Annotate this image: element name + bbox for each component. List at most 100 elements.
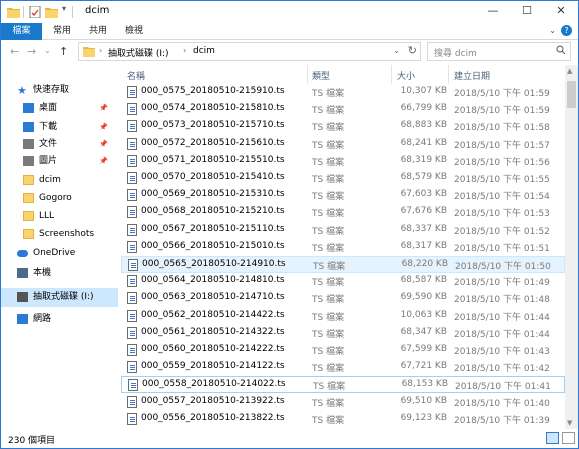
tab-file[interactable]: 檔案 <box>1 23 42 40</box>
search-box[interactable]: 搜尋 dcim <box>427 42 571 61</box>
tab-share[interactable]: 共用 <box>81 23 115 40</box>
file-name: 000_0567_20180510-215110.ts <box>141 223 285 234</box>
column-header-date[interactable]: 建立日期 <box>454 69 490 82</box>
vertical-scrollbar[interactable]: ▲ ▼ <box>565 65 578 429</box>
breadcrumb-dcim[interactable]: dcim <box>193 46 215 56</box>
ts-file-icon <box>127 240 137 253</box>
minimize-button[interactable]: — <box>476 1 510 23</box>
file-row[interactable]: 000_0572_20180510-215610.ts TS 檔案 68,241 K… <box>121 136 565 153</box>
nav-item-11[interactable]: 本機 <box>1 264 118 283</box>
column-header-name[interactable]: 名稱 <box>127 69 145 82</box>
nav-item-8[interactable]: LLL <box>1 207 118 226</box>
drive-icon <box>17 292 28 302</box>
file-created-date: 2018/5/10 下午 01:49 <box>454 278 550 289</box>
file-size: 69,510 KB <box>400 395 447 406</box>
file-row[interactable]: 000_0561_20180510-214322.ts TS 檔案 68,347 K… <box>121 325 565 342</box>
breadcrumb-separator: › <box>99 46 103 55</box>
help-icon[interactable]: ? <box>561 25 572 36</box>
tab-home[interactable]: 常用 <box>45 23 79 40</box>
pictures-icon <box>23 156 34 166</box>
close-button[interactable]: ✕ <box>544 1 578 23</box>
file-type: TS 檔案 <box>312 192 345 203</box>
large-icons-view-button[interactable] <box>562 432 575 444</box>
file-type: TS 檔案 <box>312 415 345 426</box>
file-row[interactable]: 000_0564_20180510-214810.ts TS 檔案 68,587 K… <box>121 273 565 290</box>
search-icon <box>556 45 566 55</box>
file-row[interactable]: 000_0575_20180510-215910.ts TS 檔案 10,307 K… <box>121 84 565 101</box>
ts-file-icon <box>127 137 137 150</box>
back-button[interactable]: ← <box>10 45 19 58</box>
ts-file-icon <box>127 206 137 219</box>
recent-locations-icon[interactable]: ⌄ <box>44 46 51 55</box>
nav-item-6[interactable]: dcim <box>1 171 118 190</box>
file-name: 000_0573_20180510-215710.ts <box>141 120 285 131</box>
refresh-icon[interactable]: ↻ <box>408 44 417 57</box>
ts-file-icon <box>127 309 137 322</box>
file-created-date: 2018/5/10 下午 01:56 <box>454 157 550 168</box>
file-row[interactable]: 000_0574_20180510-215810.ts TS 檔案 66,799 K… <box>121 101 565 118</box>
address-bar[interactable]: › 抽取式磁碟 (I:) › dcim ⌄ ↻ <box>78 42 421 61</box>
file-size: 10,063 KB <box>400 309 447 320</box>
file-row[interactable]: 000_0559_20180510-214122.ts TS 檔案 67,721 K… <box>121 359 565 376</box>
properties-icon[interactable] <box>29 6 41 18</box>
file-size: 67,676 KB <box>400 206 447 217</box>
file-row[interactable]: 000_0571_20180510-215510.ts TS 檔案 68,319 K… <box>121 153 565 170</box>
file-row[interactable]: 000_0570_20180510-215410.ts TS 檔案 68,579 K… <box>121 170 565 187</box>
tab-view[interactable]: 檢視 <box>117 23 151 40</box>
customize-toolbar-icon[interactable]: ▾ <box>62 4 66 16</box>
column-header-type[interactable]: 類型 <box>312 69 330 82</box>
folder-icon <box>23 175 34 185</box>
file-type: TS 檔案 <box>312 243 345 254</box>
nav-item-1[interactable]: ★ 快速存取 <box>1 81 118 100</box>
file-size: 67,721 KB <box>400 361 447 372</box>
file-created-date: 2018/5/10 下午 01:57 <box>454 140 550 151</box>
file-type: TS 檔案 <box>312 106 345 117</box>
maximize-button[interactable]: ☐ <box>510 1 544 23</box>
chevron-down-icon[interactable]: ⌄ <box>549 26 556 35</box>
file-created-date: 2018/5/10 下午 01:51 <box>454 243 550 254</box>
details-view-button[interactable] <box>546 432 559 444</box>
file-row[interactable]: 000_0556_20180510-213822.ts TS 檔案 69,123 K… <box>121 411 565 428</box>
nav-item-5[interactable]: 圖片 📌 <box>1 152 118 171</box>
file-name: 000_0565_20180510-214910.ts <box>142 259 286 269</box>
file-row[interactable]: 000_0573_20180510-215710.ts TS 檔案 68,883 K… <box>121 118 565 135</box>
nav-item-2[interactable]: 桌面 📌 <box>1 99 118 118</box>
file-row[interactable]: 000_0560_20180510-214222.ts TS 檔案 67,599 K… <box>121 342 565 359</box>
file-list: ˄ 名稱 類型 大小 建立日期 000_0575_20180510-215910… <box>121 65 565 429</box>
file-row[interactable]: 000_0565_20180510-214910.ts TS 檔案 68,220 K… <box>121 256 565 273</box>
ts-file-icon <box>127 154 137 167</box>
breadcrumb-drive[interactable]: 抽取式磁碟 (I:) <box>108 46 169 59</box>
file-row[interactable]: 000_0567_20180510-215110.ts TS 檔案 68,337 K… <box>121 222 565 239</box>
scroll-up-icon[interactable]: ▲ <box>567 67 572 75</box>
search-input[interactable]: 搜尋 dcim <box>434 46 477 59</box>
file-row[interactable]: 000_0569_20180510-215310.ts TS 檔案 67,603 K… <box>121 187 565 204</box>
file-name: 000_0564_20180510-214810.ts <box>141 275 285 286</box>
new-folder-icon[interactable] <box>45 6 58 18</box>
file-row[interactable]: 000_0557_20180510-213922.ts TS 檔案 69,510 K… <box>121 394 565 411</box>
scroll-down-icon[interactable]: ▼ <box>567 419 572 427</box>
file-row[interactable]: 000_0558_20180510-214022.ts TS 檔案 68,153 K… <box>121 376 565 394</box>
nav-item-7[interactable]: Gogoro <box>1 189 118 208</box>
file-size: 69,590 KB <box>400 292 447 303</box>
forward-button[interactable]: → <box>27 45 36 58</box>
file-row[interactable]: 000_0562_20180510-214422.ts TS 檔案 10,063 K… <box>121 308 565 325</box>
ts-file-icon <box>127 326 137 339</box>
file-row[interactable]: 000_0568_20180510-215210.ts TS 檔案 67,676 K… <box>121 204 565 221</box>
nav-item-13[interactable]: 網路 <box>1 310 118 329</box>
file-name: 000_0561_20180510-214322.ts <box>141 326 285 337</box>
ts-file-icon <box>127 344 137 356</box>
file-row[interactable]: 000_0563_20180510-214710.ts TS 檔案 69,590 K… <box>121 290 565 307</box>
cloud-icon <box>17 250 28 257</box>
address-row: ← → ⌄ ↑ › 抽取式磁碟 (I:) › dcim ⌄ ↻ 搜尋 dcim <box>1 40 578 64</box>
up-button[interactable]: ↑ <box>59 45 68 58</box>
file-created-date: 2018/5/10 下午 01:59 <box>454 89 550 99</box>
file-row[interactable]: 000_0566_20180510-215010.ts TS 檔案 68,317 K… <box>121 239 565 256</box>
scrollbar-thumb[interactable] <box>567 81 576 108</box>
nav-item-10[interactable]: OneDrive <box>1 244 118 263</box>
nav-item-9[interactable]: Screenshots <box>1 225 118 244</box>
column-header-size[interactable]: 大小 <box>397 69 415 82</box>
pin-icon: 📌 <box>99 104 108 112</box>
nav-item-12[interactable]: 抽取式磁碟 (I:) <box>1 288 118 307</box>
file-size: 69,123 KB <box>400 412 447 423</box>
address-dropdown-icon[interactable]: ⌄ <box>393 46 400 55</box>
